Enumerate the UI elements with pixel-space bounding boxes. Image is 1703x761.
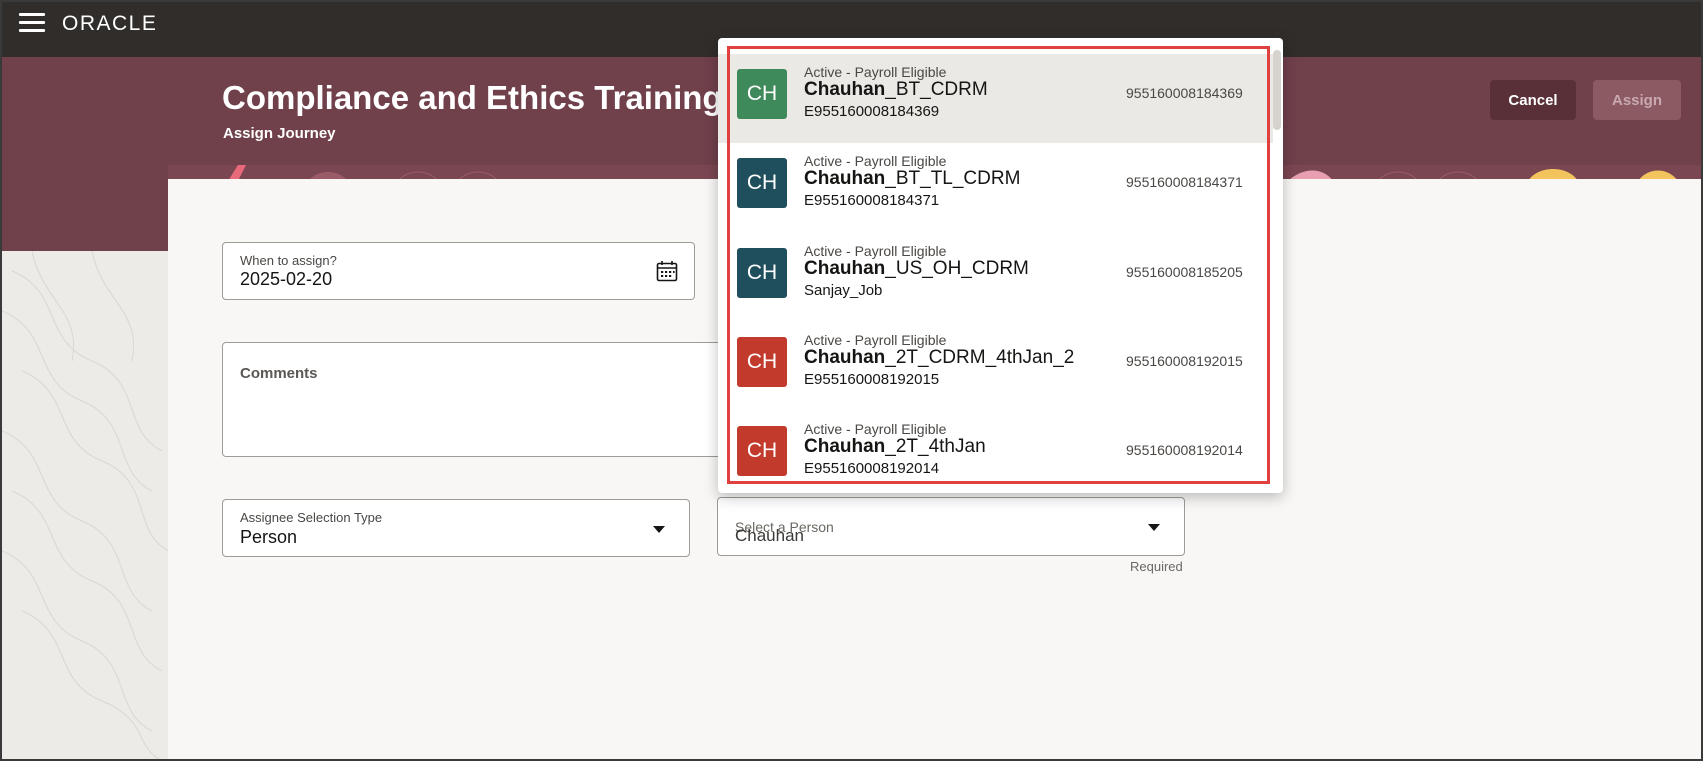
person-number: 955160008185205 [1126,264,1243,280]
person-status: Active - Payroll Eligible [804,64,947,80]
person-number: 955160008192015 [1126,353,1243,369]
person-option[interactable]: CH Active - Payroll Eligible Chauhan_BT_… [718,54,1273,143]
person-status: Active - Payroll Eligible [804,153,947,169]
person-option[interactable]: CH Active - Payroll Eligible Chauhan_BT_… [718,143,1273,232]
person-option[interactable]: CH Active - Payroll Eligible Chauhan_US_… [718,233,1273,322]
person-name: Chauhan_US_OH_CDRM [804,258,1029,279]
oracle-logo[interactable]: ORACLE [62,12,157,36]
person-assignment: E955160008184369 [804,103,940,120]
person-name: Chauhan_2T_CDRM_4thJan_2 [804,347,1075,368]
person-option[interactable]: CH Active - Payroll Eligible Chauhan_2T_… [718,322,1273,411]
assign-button[interactable]: Assign [1593,80,1681,120]
avatar: CH [737,248,787,298]
assignee-selection-type-select[interactable]: Assignee Selection Type Person [222,499,690,557]
person-option[interactable]: CH Active - Payroll Eligible Chauhan_2T_… [718,411,1273,493]
assignee-selection-type-value: Person [240,527,298,547]
avatar: CH [737,426,787,476]
comments-label: Comments [240,365,318,382]
person-number: 955160008184371 [1126,174,1243,190]
avatar: CH [737,69,787,119]
cancel-button[interactable]: Cancel [1490,80,1576,120]
select-person-input[interactable]: Chauhan [735,526,804,546]
person-name: Chauhan_BT_CDRM [804,79,988,100]
required-hint: Required [1130,559,1183,574]
select-person-combobox[interactable]: Select a Person Chauhan [717,497,1185,556]
avatar: CH [737,158,787,208]
person-status: Active - Payroll Eligible [804,243,947,259]
person-status: Active - Payroll Eligible [804,421,947,437]
comments-field[interactable]: Comments [222,342,732,457]
person-number: 955160008184369 [1126,85,1243,101]
person-name: Chauhan_BT_TL_CDRM [804,168,1021,189]
page-subtitle: Assign Journey [223,125,336,142]
background-texture [2,251,168,759]
chevron-down-icon[interactable] [653,526,665,533]
avatar: CH [737,337,787,387]
assignee-selection-type-label: Assignee Selection Type [240,510,383,525]
scrollbar[interactable] [1273,50,1281,130]
person-assignment: Sanjay_Job [804,282,883,299]
calendar-icon[interactable] [656,260,678,282]
person-number: 955160008192014 [1126,442,1243,458]
when-to-assign-label: When to assign? [240,253,337,268]
when-to-assign-value[interactable]: 2025-02-20 [240,269,332,290]
when-to-assign-field[interactable]: When to assign? 2025-02-20 [222,242,695,300]
menu-icon[interactable] [19,13,45,33]
person-assignment: E955160008192014 [804,460,940,477]
texture-lines [2,251,168,759]
person-assignment: E955160008184371 [804,192,940,209]
person-dropdown-list[interactable]: CH Active - Payroll Eligible Chauhan_BT_… [718,38,1283,493]
person-name: Chauhan_2T_4thJan [804,436,986,457]
person-status: Active - Payroll Eligible [804,332,947,348]
chevron-down-icon[interactable] [1148,524,1160,531]
app-frame: ORACLE Compliance and Ethics Training As… [0,0,1703,761]
page-title: Compliance and Ethics Training [222,79,723,116]
person-assignment: E955160008192015 [804,371,940,388]
